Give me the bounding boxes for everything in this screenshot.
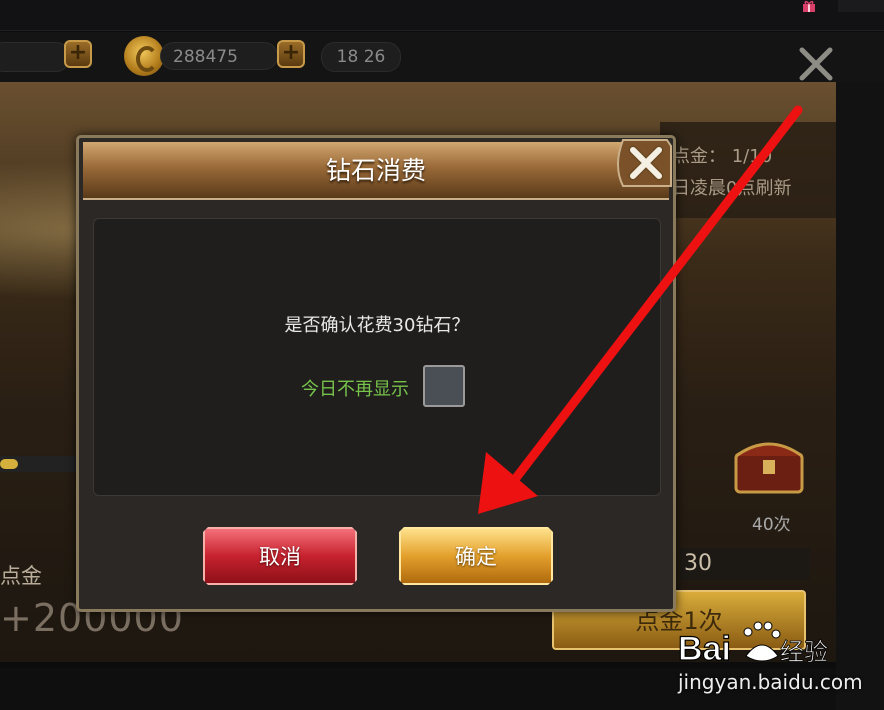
confirm-button[interactable]: 确定: [399, 527, 553, 585]
remaining-count-text: 点金： 1/10: [672, 146, 773, 167]
dialog-header: 钻石消费: [83, 142, 669, 200]
add-coins-button[interactable]: +: [277, 40, 305, 68]
treasure-chest-icon[interactable]: [730, 432, 808, 496]
right-sidebar: [836, 82, 884, 710]
progress-fill: [0, 459, 18, 469]
first-resource-pill: [0, 42, 70, 72]
top-right-area: [838, 0, 884, 12]
reward-label: 点金: [0, 564, 42, 588]
refresh-note-text: 日凌晨0点刷新: [672, 178, 792, 199]
cancel-button[interactable]: 取消: [203, 527, 357, 585]
gold-coin-icon: [124, 36, 164, 76]
confirm-message: 是否确认花费30钻石？: [284, 315, 470, 336]
svg-text:Bai: Bai: [678, 630, 731, 668]
watermark-url: jingyan.baidu.com: [678, 670, 863, 694]
dont-show-today-label: 今日不再显示: [301, 379, 409, 400]
chest-count: 40次: [752, 515, 791, 535]
gift-icon: [803, 0, 815, 12]
info-box: [660, 122, 836, 218]
resource-bar: + 288475 + 18 26: [0, 32, 884, 82]
coin-count: 288475: [160, 42, 278, 70]
dialog-title: 钻石消费: [325, 156, 426, 185]
dont-show-today-checkbox[interactable]: [423, 365, 465, 407]
svg-text:经验: 经验: [780, 638, 828, 666]
top-strip: [0, 0, 884, 31]
cost-value: 30: [680, 548, 810, 580]
dialog-content: 是否确认花费30钻石？ 今日不再显示: [93, 218, 661, 496]
add-first-resource-button[interactable]: +: [64, 40, 92, 68]
baidu-logo: Bai 经验: [677, 621, 828, 669]
diamond-spend-dialog: 钻石消费 是否确认花费30钻石？ 今日不再显示 取消 确定: [76, 135, 676, 612]
time-display: 18 26: [321, 42, 401, 72]
close-panel-icon[interactable]: [796, 44, 836, 84]
close-icon[interactable]: [613, 136, 673, 194]
